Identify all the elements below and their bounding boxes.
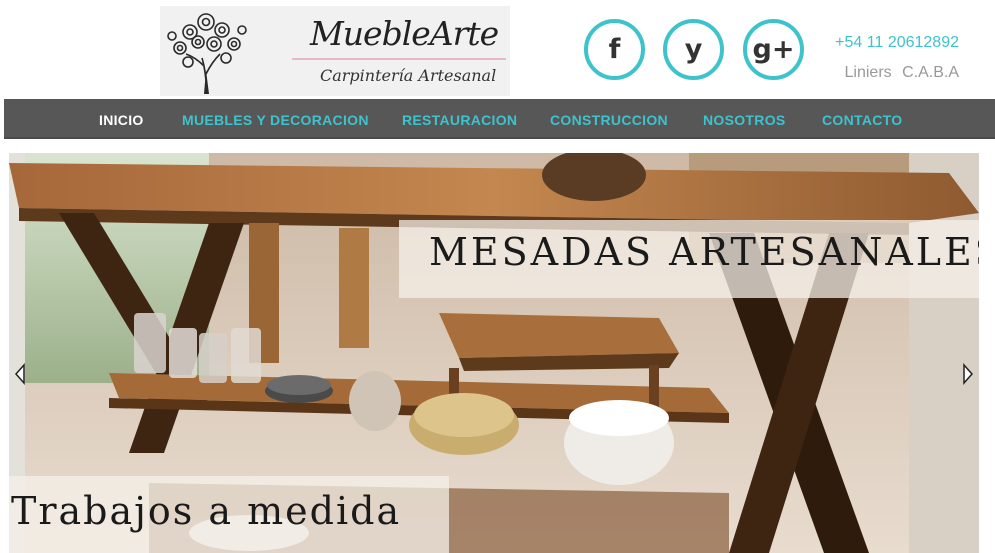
nav-item-inicio[interactable]: INICIO — [99, 112, 144, 128]
youtube-icon: y — [684, 34, 703, 65]
slide-caption-bottom: Trabajos a medida — [9, 476, 449, 553]
brand-divider — [292, 58, 506, 60]
youtube-link[interactable]: y — [663, 19, 724, 80]
nav-item-contacto[interactable]: CONTACTO — [822, 112, 902, 128]
google-plus-link[interactable]: g+ — [743, 19, 804, 80]
nav-item-muebles-decoracion[interactable]: MUEBLES Y DECORACION — [182, 112, 369, 128]
nav-item-nosotros[interactable]: NOSOTROS — [703, 112, 786, 128]
main-navigation: INICIO MUEBLES Y DECORACION RESTAURACION… — [4, 99, 995, 139]
brand-tagline: Carpintería Artesanal — [320, 66, 497, 85]
hero-slider[interactable]: MESADAS ARTESANALES Trabajos a medida — [9, 153, 979, 553]
location-text: Liniers C.A.B.A — [844, 64, 959, 81]
tree-logo-icon — [167, 13, 247, 94]
brand-name: MuebleArte — [310, 14, 499, 53]
facebook-link[interactable]: f — [584, 19, 645, 80]
slide-caption-top: MESADAS ARTESANALES — [399, 220, 979, 298]
slide-caption-top-text: MESADAS ARTESANALES — [429, 230, 979, 274]
phone-number[interactable]: +54 11 20612892 — [835, 34, 959, 52]
nav-item-construccion[interactable]: CONSTRUCCION — [550, 112, 668, 128]
slider-next-arrow-icon[interactable] — [961, 363, 975, 385]
site-logo[interactable]: MuebleArte Carpintería Artesanal — [160, 6, 510, 96]
slider-prev-arrow-icon[interactable] — [13, 363, 27, 385]
facebook-icon: f — [608, 34, 621, 65]
google-plus-icon: g+ — [752, 34, 795, 65]
nav-item-restauracion[interactable]: RESTAURACION — [402, 112, 517, 128]
slide-caption-bottom-text: Trabajos a medida — [11, 489, 402, 533]
